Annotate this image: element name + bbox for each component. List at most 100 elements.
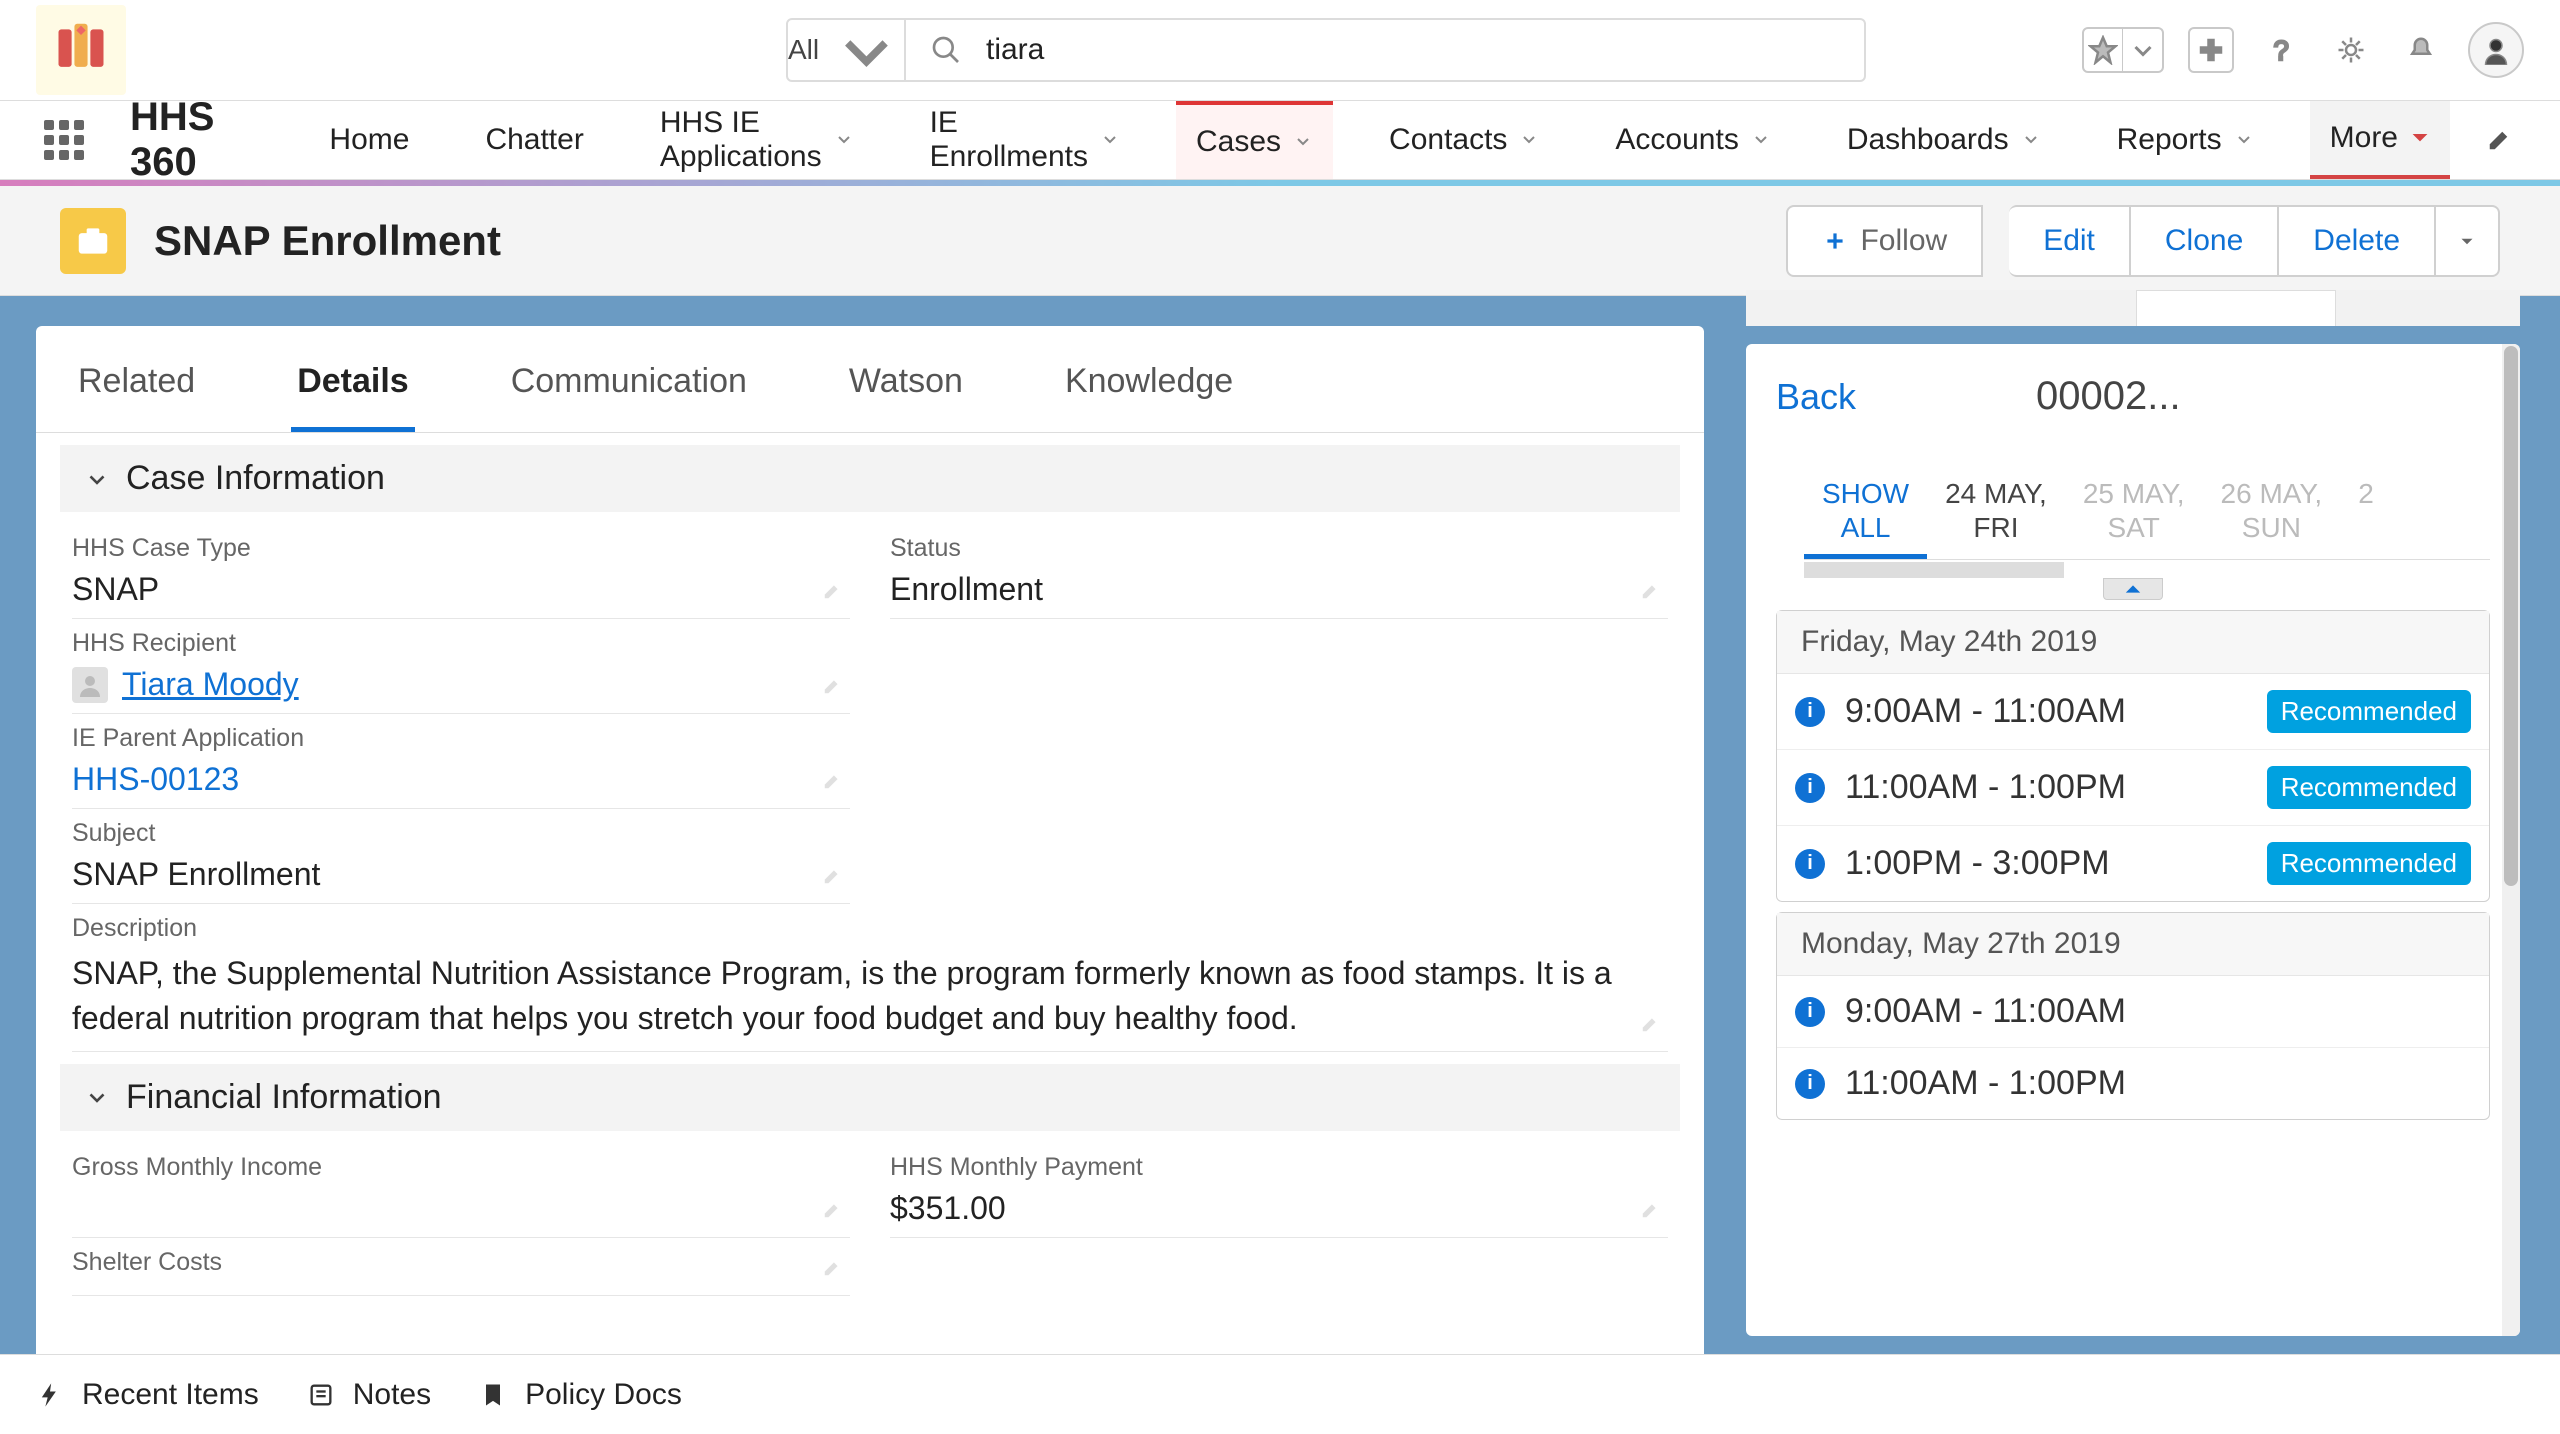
setup-button[interactable] (2328, 27, 2374, 73)
search-box (906, 18, 1866, 82)
day-header: Friday, May 24th 2019 (1777, 611, 2489, 674)
collapse-toggle[interactable] (2103, 578, 2163, 600)
recipient-link[interactable]: Tiara Moody (122, 666, 299, 703)
date-tab-show-all[interactable]: SHOW ALL (1804, 467, 1927, 559)
search-input[interactable] (986, 33, 1840, 67)
edit-field-icon[interactable] (822, 864, 844, 891)
notifications-button[interactable] (2398, 27, 2444, 73)
edit-field-icon[interactable] (822, 769, 844, 796)
follow-button[interactable]: Follow (1786, 205, 1983, 277)
chevron-down-icon (84, 466, 110, 492)
gear-icon (2336, 35, 2366, 65)
edit-field-icon[interactable] (822, 674, 844, 701)
info-icon: i (1795, 997, 1825, 1027)
edit-field-icon[interactable] (822, 1198, 844, 1225)
caret-down-icon (2410, 121, 2430, 155)
nav-dashboards[interactable]: Dashboards (1827, 101, 2061, 179)
clone-button[interactable]: Clone (2131, 205, 2279, 277)
case-fields: HHS Case Type SNAP Status Enrollment HHS… (36, 512, 1704, 1052)
slot-time: 1:00PM - 3:00PM (1845, 844, 2247, 883)
scheduler-column: Back 00002... SHOW ALL 24 MAY, FRI25 MAY… (1740, 296, 2560, 1434)
nav-cases[interactable]: Cases (1176, 101, 1333, 179)
svg-text:?: ? (2274, 35, 2289, 65)
case-icon (60, 208, 126, 274)
field-shelter-costs: Shelter Costs (72, 1238, 850, 1296)
vertical-scrollbar[interactable] (2502, 344, 2520, 1336)
slot-time: 9:00AM - 11:00AM (1845, 992, 2471, 1031)
nav-contacts[interactable]: Contacts (1369, 101, 1559, 179)
date-tab[interactable]: 24 MAY, FRI (1927, 467, 2065, 559)
chevron-down-icon (1100, 123, 1120, 157)
edit-field-icon[interactable] (1640, 579, 1662, 606)
nav-home[interactable]: Home (309, 101, 429, 179)
chevron-down-icon (2128, 35, 2158, 65)
search-icon (930, 34, 962, 66)
day-header: Monday, May 27th 2019 (1777, 913, 2489, 976)
scrollbar-thumb[interactable] (2504, 346, 2518, 886)
edit-nav-button[interactable] (2486, 123, 2516, 158)
search-scope-dropdown[interactable]: All (786, 18, 906, 82)
field-subject: Subject SNAP Enrollment (72, 809, 850, 904)
delete-button[interactable]: Delete (2279, 205, 2436, 277)
edit-field-icon[interactable] (822, 1256, 844, 1283)
question-icon: ? (2266, 35, 2296, 65)
utility-recent-items[interactable]: Recent Items (36, 1378, 259, 1412)
edit-field-icon[interactable] (1640, 1198, 1662, 1225)
app-name: HHS 360 (130, 95, 223, 185)
nav-chatter[interactable]: Chatter (465, 101, 603, 179)
time-slot[interactable]: i9:00AM - 11:00AMRecommended (1777, 674, 2489, 750)
field-hhs-monthly-payment: HHS Monthly Payment $351.00 (890, 1143, 1668, 1238)
plus-icon (2196, 35, 2226, 65)
time-slot[interactable]: i11:00AM - 1:00PMRecommended (1777, 750, 2489, 826)
tab-watson[interactable]: Watson (843, 352, 969, 432)
section-financial-information[interactable]: Financial Information (60, 1064, 1680, 1131)
tab-knowledge[interactable]: Knowledge (1059, 352, 1239, 432)
global-add-button[interactable] (2188, 27, 2234, 73)
record-actions: Follow Edit Clone Delete (1786, 205, 2500, 277)
date-tab[interactable]: 25 MAY, SAT (2065, 467, 2203, 559)
nav-accounts[interactable]: Accounts (1595, 101, 1790, 179)
time-slot[interactable]: i1:00PM - 3:00PMRecommended (1777, 826, 2489, 901)
utility-notes[interactable]: Notes (307, 1378, 431, 1412)
edit-field-icon[interactable] (1640, 1012, 1662, 1039)
parent-app-link[interactable]: HHS-00123 (72, 761, 850, 798)
chevron-down-icon (1519, 123, 1539, 157)
info-icon: i (1795, 697, 1825, 727)
time-slot[interactable]: i 9:00AM - 11:00AM (1777, 976, 2489, 1048)
app-launcher-icon[interactable] (44, 120, 84, 160)
day-block: Monday, May 27th 2019 i 9:00AM - 11:00AM i1… (1776, 912, 2490, 1120)
date-tab[interactable]: 2 (2340, 467, 2392, 559)
nav-reports[interactable]: Reports (2097, 101, 2274, 179)
search-scope-label: All (788, 34, 819, 66)
edit-button[interactable]: Edit (2009, 205, 2131, 277)
chevron-down-icon (84, 1084, 110, 1110)
section-case-information[interactable]: Case Information (60, 445, 1680, 512)
org-logo (36, 5, 126, 95)
horizontal-scrollbar[interactable] (1804, 562, 2064, 578)
star-icon (2088, 35, 2118, 65)
nav-ie-enrollments[interactable]: IE Enrollments (910, 101, 1140, 179)
more-actions-button[interactable] (2436, 205, 2500, 277)
recipient-avatar (72, 667, 108, 703)
time-slot[interactable]: i11:00AM - 1:00PM (1777, 1048, 2489, 1119)
user-avatar[interactable] (2468, 22, 2524, 78)
main-column: Related Details Communication Watson Kno… (0, 296, 1740, 1434)
detail-card: Related Details Communication Watson Kno… (36, 326, 1704, 1374)
body: Related Details Communication Watson Kno… (0, 296, 2560, 1434)
help-button[interactable]: ? (2258, 27, 2304, 73)
chevron-down-icon (1293, 125, 1313, 159)
date-tab[interactable]: 26 MAY, SUN (2203, 467, 2341, 559)
tab-details[interactable]: Details (291, 352, 415, 432)
utility-policy-docs[interactable]: Policy Docs (479, 1378, 682, 1412)
notes-icon (307, 1381, 335, 1409)
edit-field-icon[interactable] (822, 579, 844, 606)
tab-related[interactable]: Related (72, 352, 201, 432)
tab-communication[interactable]: Communication (505, 352, 753, 432)
back-link[interactable]: Back (1776, 376, 1856, 418)
nav-more[interactable]: More (2310, 101, 2450, 179)
utility-bar: Recent Items Notes Policy Docs (0, 1354, 2560, 1434)
global-search: All (786, 18, 1866, 82)
right-tab-active[interactable] (2136, 290, 2336, 326)
nav-hhs-ie-applications[interactable]: HHS IE Applications (640, 101, 874, 179)
favorites-button[interactable] (2082, 27, 2164, 73)
